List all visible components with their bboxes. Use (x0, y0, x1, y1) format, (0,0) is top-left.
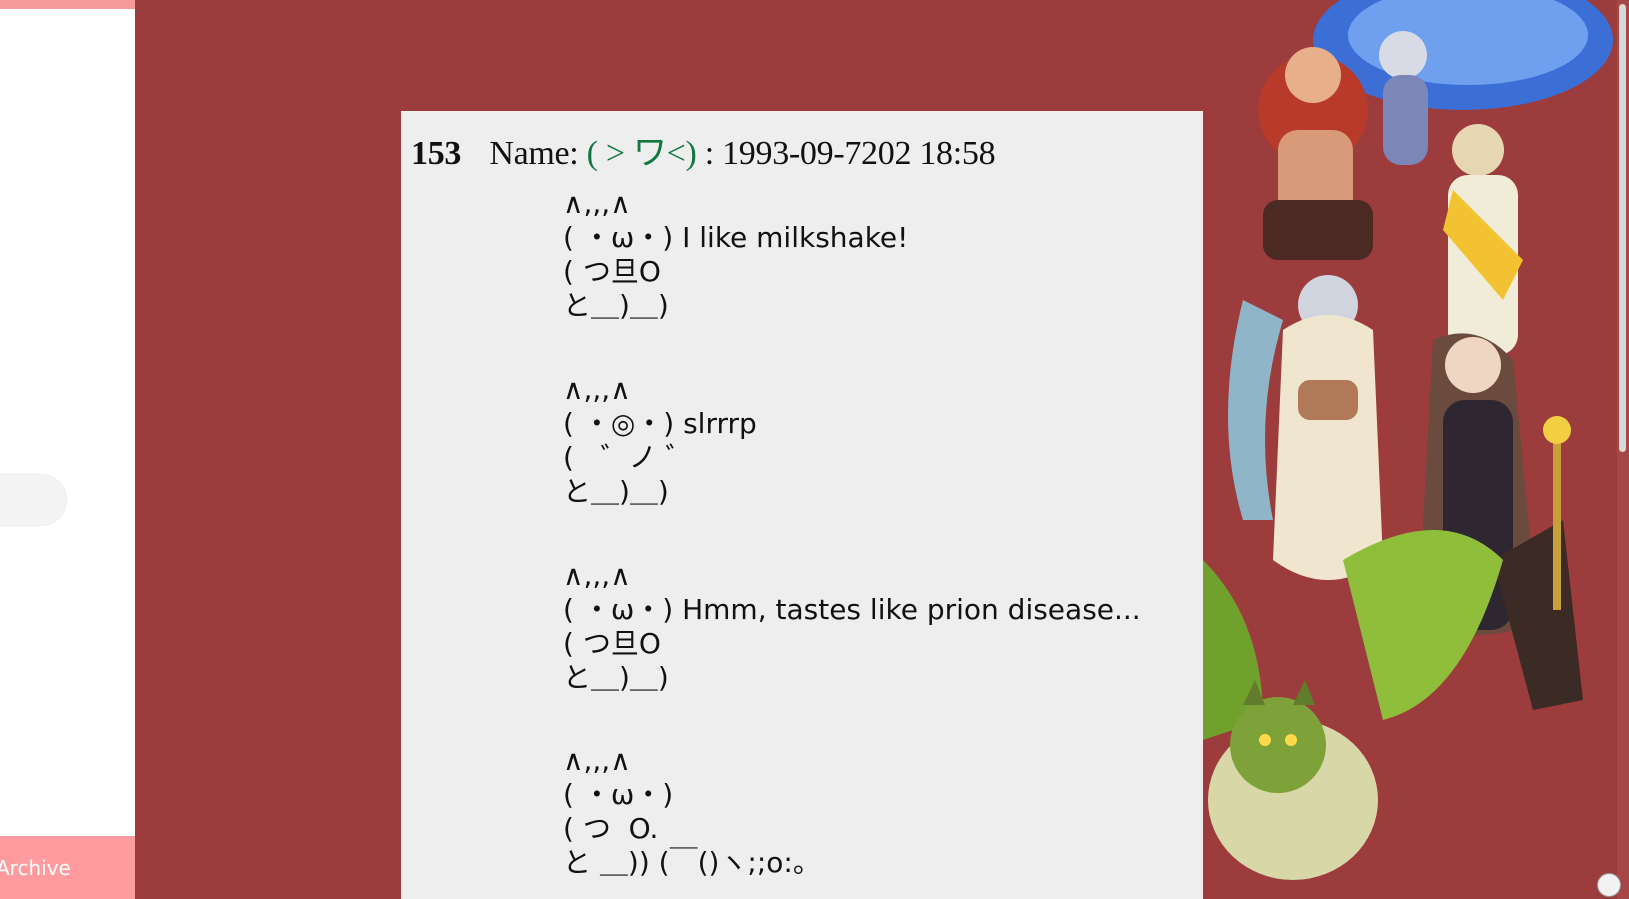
name-label: Name: (489, 135, 579, 172)
ascii-art-block: ∧,,,∧ ( ・ω・) Hmm, tastes like prion dise… (563, 559, 1141, 694)
post-header: 153 Name: ( > ワ<) : 1993-09-7202 18:58 (411, 125, 996, 174)
sidebar-top-strip (0, 0, 135, 9)
search-input[interactable] (0, 474, 67, 526)
poster-name: ( > ワ<) (586, 135, 697, 172)
ascii-art-block: ∧,,,∧ ( ・ω・) I like milkshake! ( つ旦O と＿)… (563, 187, 909, 322)
post-panel: 153 Name: ( > ワ<) : 1993-09-7202 18:58 ∧… (401, 111, 1203, 899)
post-datetime: : 1993-09-7202 18:58 (704, 135, 996, 172)
ascii-art-block: ∧,,,∧ ( ・ω・) ( つ O. と ＿)) (￣()ヽ;;o:。 (563, 744, 821, 879)
sidebar: Archive (0, 0, 135, 899)
post-number[interactable]: 153 (411, 135, 461, 172)
archive-button[interactable]: Archive (0, 836, 135, 899)
scroll-to-top-button[interactable] (1597, 873, 1621, 897)
ascii-art-block: ∧,,,∧ ( ・◎・) slrrrp ( ゛ノ ゛ と＿)＿) (563, 373, 757, 508)
vertical-scrollbar[interactable] (1617, 0, 1629, 899)
archive-label: Archive (0, 855, 71, 880)
character-artwork (1203, 0, 1613, 880)
scrollbar-thumb[interactable] (1619, 4, 1626, 452)
